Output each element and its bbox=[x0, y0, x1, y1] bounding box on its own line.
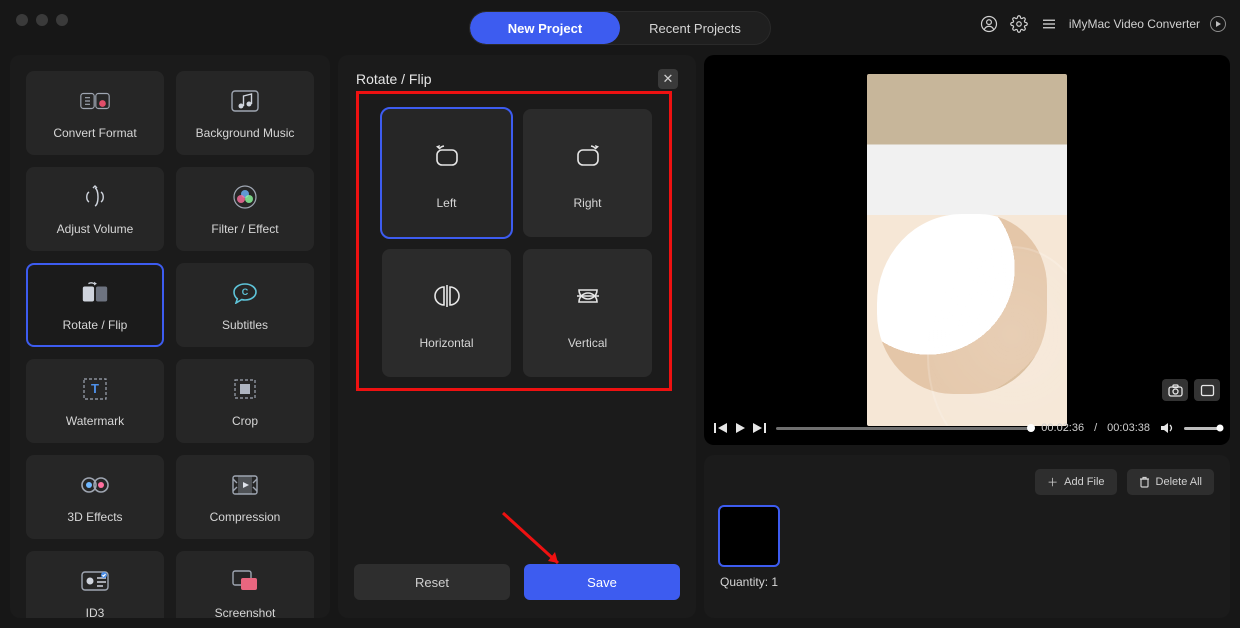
titlebar: New Project Recent Projects iMyMac Video… bbox=[0, 0, 1240, 40]
tool-screenshot[interactable]: Screenshot bbox=[176, 551, 314, 618]
total-time-label: 00:03:38 bbox=[1107, 422, 1150, 434]
svg-text:C: C bbox=[242, 287, 249, 297]
quantity-value: 1 bbox=[771, 575, 778, 589]
tool-label: Filter / Effect bbox=[211, 222, 278, 236]
time-separator: / bbox=[1094, 422, 1097, 434]
editor-panel: Rotate / Flip ✕ Left Right Horiz bbox=[338, 55, 696, 618]
video-frame bbox=[867, 74, 1067, 426]
tool-rotate-flip[interactable]: Rotate / Flip bbox=[26, 263, 164, 347]
gear-icon[interactable] bbox=[1009, 14, 1029, 34]
tab-new-project[interactable]: New Project bbox=[470, 12, 620, 44]
app-play-icon bbox=[1210, 16, 1226, 32]
quantity-readout: Quantity: 1 bbox=[720, 575, 1214, 589]
subtitles-icon: C bbox=[230, 278, 260, 308]
volume-slider[interactable] bbox=[1184, 427, 1220, 430]
tab-recent-projects[interactable]: Recent Projects bbox=[620, 12, 770, 44]
editor-title: Rotate / Flip bbox=[356, 71, 431, 87]
menu-icon[interactable] bbox=[1039, 14, 1059, 34]
rotate-flip-icon bbox=[80, 278, 110, 308]
tool-label: Screenshot bbox=[215, 606, 276, 618]
plus-icon: ＋ bbox=[1047, 474, 1058, 490]
tool-label: Watermark bbox=[66, 414, 124, 428]
compression-icon bbox=[230, 470, 260, 500]
watermark-icon: T bbox=[80, 374, 110, 404]
tool-label: Adjust Volume bbox=[57, 222, 134, 236]
save-button[interactable]: Save bbox=[524, 564, 680, 600]
add-file-button[interactable]: ＋ Add File bbox=[1035, 469, 1116, 495]
tools-sidebar: Convert Format Background Music Adjust V… bbox=[10, 55, 330, 618]
current-time-label: 00:02:36 bbox=[1041, 422, 1084, 434]
close-editor-button[interactable]: ✕ bbox=[658, 69, 678, 89]
convert-format-icon bbox=[80, 86, 110, 116]
zoom-window-button[interactable] bbox=[56, 14, 68, 26]
tool-compression[interactable]: Compression bbox=[176, 455, 314, 539]
volume-icon[interactable] bbox=[1160, 422, 1174, 434]
rotate-tile-label: Horizontal bbox=[419, 336, 473, 350]
tool-3d-effects[interactable]: 3D Effects bbox=[26, 455, 164, 539]
tool-background-music[interactable]: Background Music bbox=[176, 71, 314, 155]
tool-label: ID3 bbox=[86, 606, 105, 618]
tool-label: 3D Effects bbox=[67, 510, 122, 524]
tool-filter-effect[interactable]: Filter / Effect bbox=[176, 167, 314, 251]
flip-vertical-tile[interactable]: Vertical bbox=[523, 249, 652, 377]
rotate-right-icon bbox=[568, 136, 608, 176]
project-tabs: New Project Recent Projects bbox=[469, 11, 771, 45]
fullscreen-button[interactable] bbox=[1194, 379, 1220, 401]
id3-icon bbox=[80, 566, 110, 596]
snapshot-button[interactable] bbox=[1162, 379, 1188, 401]
tool-label: Convert Format bbox=[53, 126, 136, 140]
flip-horizontal-tile[interactable]: Horizontal bbox=[382, 249, 511, 377]
right-column: 00:02:36 / 00:03:38 ＋ Add File bbox=[704, 55, 1230, 618]
reset-button[interactable]: Reset bbox=[354, 564, 510, 600]
prev-frame-button[interactable] bbox=[714, 422, 728, 434]
timeline-slider[interactable] bbox=[776, 427, 1031, 430]
flip-horizontal-icon bbox=[427, 276, 467, 316]
minimize-window-button[interactable] bbox=[36, 14, 48, 26]
three-d-effects-icon bbox=[80, 470, 110, 500]
next-frame-button[interactable] bbox=[752, 422, 766, 434]
tool-label: Rotate / Flip bbox=[63, 318, 128, 332]
video-preview: 00:02:36 / 00:03:38 bbox=[704, 55, 1230, 445]
tool-adjust-volume[interactable]: Adjust Volume bbox=[26, 167, 164, 251]
add-file-label: Add File bbox=[1064, 476, 1104, 488]
screenshot-icon bbox=[230, 566, 260, 596]
filter-effect-icon bbox=[230, 182, 260, 212]
video-player-bar: 00:02:36 / 00:03:38 bbox=[704, 411, 1230, 445]
tool-label: Compression bbox=[210, 510, 281, 524]
main-layout: Convert Format Background Music Adjust V… bbox=[0, 55, 1240, 628]
tool-label: Background Music bbox=[196, 126, 295, 140]
account-icon[interactable] bbox=[979, 14, 999, 34]
tool-watermark[interactable]: T Watermark bbox=[26, 359, 164, 443]
flip-vertical-icon bbox=[568, 276, 608, 316]
crop-icon bbox=[230, 374, 260, 404]
rotate-left-tile[interactable]: Left bbox=[382, 109, 511, 237]
files-panel: ＋ Add File Delete All Quantity: 1 bbox=[704, 455, 1230, 618]
titlebar-right: iMyMac Video Converter bbox=[979, 14, 1226, 34]
tool-label: Subtitles bbox=[222, 318, 268, 332]
tool-id3[interactable]: ID3 bbox=[26, 551, 164, 618]
tool-crop[interactable]: Crop bbox=[176, 359, 314, 443]
delete-all-label: Delete All bbox=[1156, 476, 1202, 488]
svg-text:T: T bbox=[91, 381, 99, 396]
file-thumbnail[interactable] bbox=[720, 507, 778, 565]
trash-icon bbox=[1139, 476, 1150, 488]
tool-convert-format[interactable]: Convert Format bbox=[26, 71, 164, 155]
rotate-tile-label: Right bbox=[573, 196, 601, 210]
rotate-right-tile[interactable]: Right bbox=[523, 109, 652, 237]
tool-subtitles[interactable]: C Subtitles bbox=[176, 263, 314, 347]
rotate-left-icon bbox=[427, 136, 467, 176]
close-window-button[interactable] bbox=[16, 14, 28, 26]
background-music-icon bbox=[230, 86, 260, 116]
delete-all-button[interactable]: Delete All bbox=[1127, 469, 1214, 495]
rotate-tile-label: Vertical bbox=[568, 336, 607, 350]
adjust-volume-icon bbox=[80, 182, 110, 212]
window-controls bbox=[16, 14, 68, 26]
quantity-label: Quantity: bbox=[720, 575, 768, 589]
tool-label: Crop bbox=[232, 414, 258, 428]
app-name-label: iMyMac Video Converter bbox=[1069, 17, 1200, 31]
play-button[interactable] bbox=[734, 422, 746, 434]
rotate-tile-label: Left bbox=[436, 196, 456, 210]
